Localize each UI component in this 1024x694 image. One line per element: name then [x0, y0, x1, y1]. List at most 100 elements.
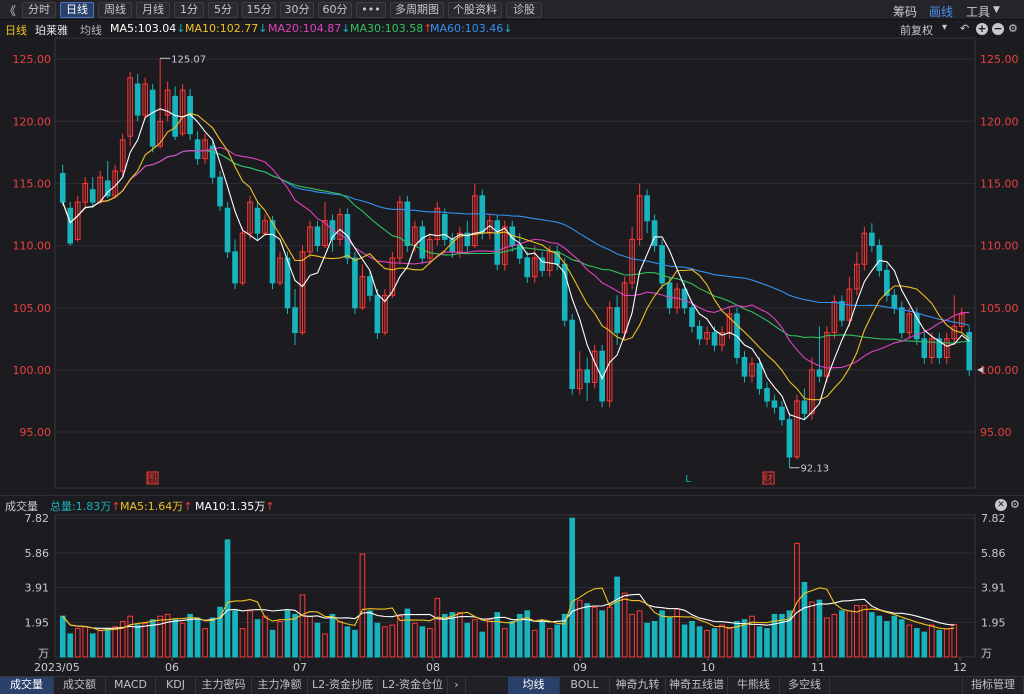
volume-bar	[344, 626, 351, 658]
indicator-tab[interactable]: KDJ	[156, 677, 196, 694]
volume-header: 成交量 总量:1.83万↑ MA5:1.64万↑ MA10:1.35万↑ ✕ ⚙	[0, 495, 1024, 513]
volume-bar	[584, 603, 590, 658]
volume-total: 总量:1.83万↑	[50, 500, 121, 513]
volume-bar	[906, 624, 913, 658]
volume-bar	[359, 553, 366, 658]
volume-bar	[449, 612, 456, 658]
indicator-tab[interactable]: L2-资金抄底	[308, 677, 378, 694]
volume-bar	[689, 621, 695, 658]
event-marker-label: 图	[147, 473, 157, 485]
candle-body	[764, 388, 770, 402]
overlay-tab[interactable]: BOLL	[560, 677, 610, 694]
volume-bar	[531, 629, 538, 658]
volume-bar	[501, 628, 508, 658]
volume-bar	[277, 621, 283, 658]
candle-body	[269, 220, 276, 284]
candle-body	[569, 319, 576, 390]
volume-bar	[764, 628, 770, 658]
overlay-tab[interactable]: 神奇五线谱	[666, 677, 728, 694]
candle-body	[374, 294, 381, 334]
volume-bar	[322, 633, 328, 658]
volume-bar	[464, 622, 471, 658]
candle-body	[89, 189, 96, 203]
volume-bar	[884, 621, 890, 658]
x-axis-label: 2023/05	[34, 661, 80, 674]
volume-bar	[726, 628, 733, 658]
candle-body	[494, 220, 501, 265]
volume-bar	[442, 613, 448, 658]
volume-bar	[629, 613, 635, 658]
price-tick-label-right: 115.00	[980, 177, 1019, 190]
volume-bar	[509, 621, 516, 658]
volume-bar	[374, 622, 381, 658]
volume-bar	[284, 610, 291, 658]
volume-bar	[352, 629, 358, 658]
candle-body	[224, 207, 231, 253]
volume-bar	[427, 628, 433, 658]
volume-bar	[74, 628, 81, 658]
volume-bar	[202, 628, 208, 658]
indicator-tab[interactable]: 成交额	[54, 677, 106, 694]
volume-bar	[164, 613, 171, 658]
close-volume-icon[interactable]: ✕	[995, 499, 1007, 511]
candle-body	[584, 369, 590, 383]
volume-bar	[232, 610, 238, 658]
kline-chart[interactable]: 125.00 125.00 120.00 120.00 115.00 115.00 110.…	[0, 0, 1024, 676]
candle-body	[292, 307, 298, 334]
indicator-tab[interactable]: MACD	[106, 677, 156, 694]
volume-bar	[636, 610, 643, 658]
price-tick-label-left: 95.00	[20, 426, 52, 439]
volume-bar	[696, 626, 703, 658]
volume-tick-label-left: 7.82	[25, 512, 50, 525]
volume-bar	[644, 622, 650, 658]
indicator-tab[interactable]: 主力密码	[196, 677, 252, 694]
volume-bar	[546, 628, 553, 658]
indicator-tab[interactable]: 成交量	[0, 677, 54, 694]
volume-bar	[187, 613, 193, 658]
volume-bar	[614, 576, 620, 658]
volume-bar	[67, 633, 74, 658]
price-panel-frame	[54, 37, 976, 489]
volume-bar	[479, 631, 486, 658]
overlay-tab[interactable]: 神奇九转	[610, 677, 666, 694]
volume-bar	[89, 633, 96, 658]
volume-bar	[913, 628, 920, 658]
overlay-tab[interactable]: 牛熊线	[728, 677, 780, 694]
candle-body	[149, 89, 156, 147]
volume-bar	[337, 621, 343, 658]
volume-bar	[809, 601, 815, 658]
candle-body	[217, 176, 223, 207]
price-tick-label-right: 95.00	[980, 426, 1012, 439]
volume-bar	[471, 619, 478, 658]
candle-body	[419, 226, 426, 259]
candle-body	[779, 406, 785, 421]
indicator-manage-button[interactable]: 指标管理	[962, 677, 1024, 694]
candle-body	[404, 201, 411, 247]
candle-body	[786, 419, 793, 458]
x-axis-label: 11	[811, 661, 825, 674]
volume-tick-label-right: 万	[981, 647, 992, 660]
volume-bar	[314, 622, 321, 658]
volume-ma10: MA10:1.35万↑	[195, 500, 275, 513]
volume-bar	[434, 597, 441, 658]
tabs-scroll-right-icon[interactable]: ›	[448, 677, 466, 694]
candle-body	[194, 139, 201, 160]
volume-bar	[389, 624, 396, 658]
candle-body	[352, 257, 358, 309]
candle-body	[696, 325, 703, 340]
indicator-tab[interactable]: 主力净额	[252, 677, 308, 694]
volume-bar	[854, 605, 860, 658]
overlay-tab[interactable]: 多空线	[780, 677, 830, 694]
volume-bar	[404, 608, 411, 658]
x-axis-label: 07	[293, 661, 307, 674]
indicator-tab[interactable]: L2-资金仓位	[378, 677, 448, 694]
price-tick-label-right: 120.00	[980, 115, 1019, 128]
candle-body	[67, 207, 74, 244]
volume-bar	[621, 592, 628, 658]
volume-bar	[936, 629, 943, 658]
volume-bar	[951, 624, 958, 658]
candle-body	[741, 356, 748, 377]
volume-settings-gear-icon[interactable]: ⚙	[1010, 498, 1020, 511]
overlay-tab[interactable]: 均线	[508, 677, 560, 694]
candle-body	[816, 369, 823, 377]
